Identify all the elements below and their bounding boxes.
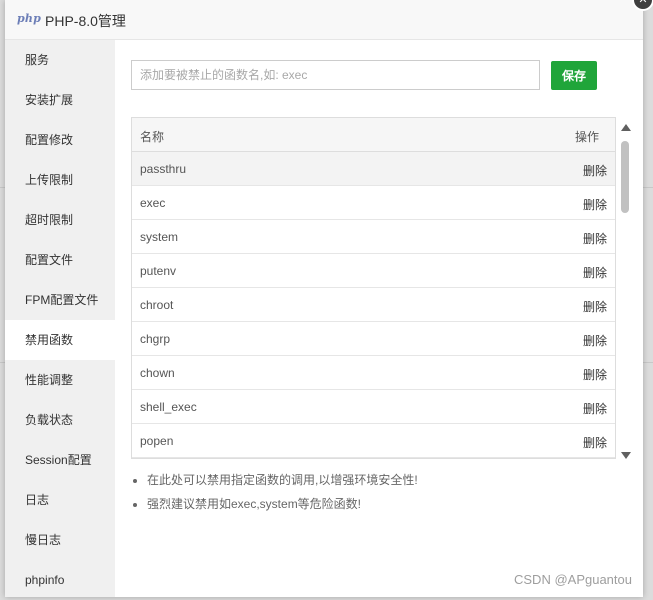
sidebar-item-disabled-functions[interactable]: 禁用函数 xyxy=(5,320,115,360)
function-name: chown xyxy=(140,366,175,380)
column-header-action: 操作 xyxy=(574,130,599,144)
table-row: system 删除 xyxy=(132,220,615,254)
scroll-up-arrow-icon[interactable] xyxy=(621,124,631,131)
sidebar-item-config-file[interactable]: 配置文件 xyxy=(5,240,115,280)
table-scrollbar[interactable] xyxy=(618,117,632,459)
table-row: putenv 删除 xyxy=(132,254,615,288)
delete-link[interactable]: 删除 xyxy=(583,400,607,417)
delete-link[interactable]: 删除 xyxy=(583,264,607,281)
delete-link[interactable]: 删除 xyxy=(583,332,607,349)
delete-link[interactable]: 删除 xyxy=(583,366,607,383)
delete-link[interactable]: 删除 xyxy=(583,298,607,315)
scrollbar-thumb[interactable] xyxy=(621,141,629,213)
sidebar-item-config-modify[interactable]: 配置修改 xyxy=(5,120,115,160)
delete-link[interactable]: 删除 xyxy=(583,230,607,247)
sidebar-item-install-extension[interactable]: 安装扩展 xyxy=(5,80,115,120)
delete-link[interactable]: 删除 xyxy=(583,434,607,451)
function-name: passthru xyxy=(140,162,187,176)
close-icon: ✕ xyxy=(638,0,648,6)
table-row: chown 删除 xyxy=(132,356,615,390)
table-row: passthru 删除 xyxy=(132,152,615,186)
sidebar-item-performance[interactable]: 性能调整 xyxy=(5,360,115,400)
dialog-title: PHP-8.0管理 xyxy=(45,13,126,29)
titlebar: php PHP-8.0管理 xyxy=(5,0,643,40)
sidebar-item-load-status[interactable]: 负载状态 xyxy=(5,400,115,440)
sidebar-item-log[interactable]: 日志 xyxy=(5,480,115,520)
tip-item: 强烈建议禁用如exec,system等危险函数! xyxy=(147,496,418,520)
sidebar-item-timeout-limit[interactable]: 超时限制 xyxy=(5,200,115,240)
save-button[interactable]: 保存 xyxy=(551,61,597,90)
php-logo: php xyxy=(17,12,41,25)
function-name: chroot xyxy=(140,298,174,312)
sidebar-item-fpm-config-file[interactable]: FPM配置文件 xyxy=(5,280,115,320)
tips-list: 在此处可以禁用指定函数的调用,以增强环境安全性! 强烈建议禁用如exec,sys… xyxy=(131,472,418,520)
tip-item: 在此处可以禁用指定函数的调用,以增强环境安全性! xyxy=(147,472,418,496)
php-manager-dialog: php PHP-8.0管理 ✕ 服务 安装扩展 配置修改 上传限制 超时限制 配… xyxy=(5,0,653,597)
column-header-name: 名称 xyxy=(140,130,165,144)
sidebar-nav: 服务 安装扩展 配置修改 上传限制 超时限制 配置文件 FPM配置文件 禁用函数… xyxy=(5,40,115,597)
function-name-input[interactable] xyxy=(131,60,540,90)
sidebar-item-session-config[interactable]: Session配置 xyxy=(5,440,115,480)
function-name: shell_exec xyxy=(140,400,197,414)
table-row: chgrp 删除 xyxy=(132,322,615,356)
function-name: exec xyxy=(140,196,166,210)
function-name: chgrp xyxy=(140,332,171,346)
table-row: chroot 删除 xyxy=(132,288,615,322)
table-row: popen 删除 xyxy=(132,424,615,458)
sidebar-item-phpinfo[interactable]: phpinfo xyxy=(5,560,115,600)
scroll-down-arrow-icon[interactable] xyxy=(621,452,631,459)
function-name: system xyxy=(140,230,179,244)
sidebar-item-slow-log[interactable]: 慢日志 xyxy=(5,520,115,560)
table-header: 名称 操作 xyxy=(132,118,615,152)
watermark: CSDN @APguantou xyxy=(514,572,632,587)
disabled-functions-table: 名称 操作 passthru 删除 exec 删除 system 删除 pute… xyxy=(131,117,616,459)
table-row: shell_exec 删除 xyxy=(132,390,615,424)
sidebar-item-upload-limit[interactable]: 上传限制 xyxy=(5,160,115,200)
delete-link[interactable]: 删除 xyxy=(583,196,607,213)
function-name: popen xyxy=(140,434,174,448)
main-panel: 保存 名称 操作 passthru 删除 exec 删除 system 删除 p… xyxy=(115,40,643,597)
function-name: putenv xyxy=(140,264,177,278)
delete-link[interactable]: 删除 xyxy=(583,162,607,179)
sidebar-item-service[interactable]: 服务 xyxy=(5,40,115,80)
table-row: exec 删除 xyxy=(132,186,615,220)
